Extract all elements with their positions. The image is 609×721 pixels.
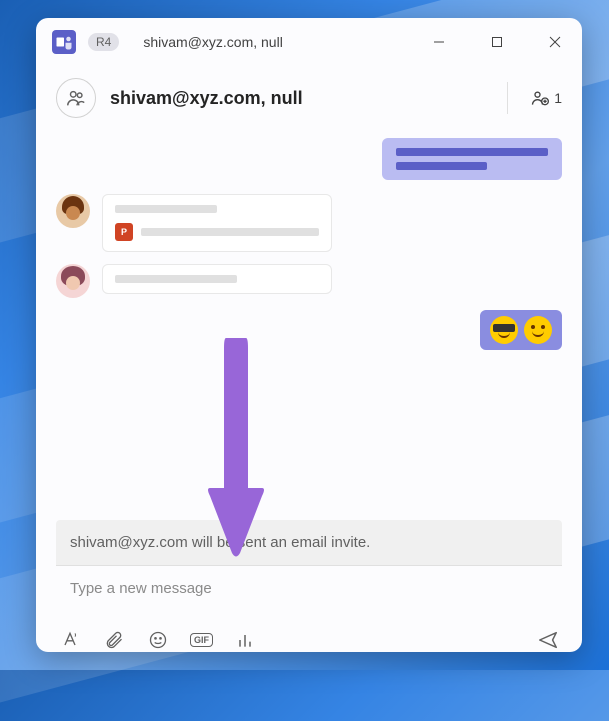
minimize-button[interactable] (416, 26, 462, 58)
emoji-button[interactable] (146, 628, 170, 652)
incoming-message-row: P (56, 194, 562, 252)
powerpoint-icon: P (115, 223, 133, 241)
emoji-reaction-message[interactable] (480, 310, 562, 350)
gif-button[interactable]: GIF (190, 633, 213, 647)
add-participants-button[interactable]: 1 (530, 88, 562, 108)
message-input-container (56, 565, 562, 612)
poll-button[interactable] (233, 628, 257, 652)
chat-title: shivam@xyz.com, null (110, 88, 485, 109)
maximize-button[interactable] (474, 26, 520, 58)
message-input[interactable] (70, 580, 548, 597)
divider (507, 82, 508, 114)
compose-toolbar: GIF (36, 624, 582, 652)
attach-button[interactable] (102, 628, 126, 652)
invite-notice: shivam@xyz.com will be sent an email inv… (56, 520, 562, 565)
sunglasses-emoji-icon (490, 316, 518, 344)
avatar[interactable] (56, 194, 90, 228)
format-button[interactable] (58, 628, 82, 652)
window-title: shivam@xyz.com, null (143, 34, 404, 50)
avatar[interactable] (56, 264, 90, 298)
compose-area: shivam@xyz.com will be sent an email inv… (36, 520, 582, 624)
message-card-with-file[interactable]: P (102, 194, 332, 252)
group-avatar-icon (56, 78, 96, 118)
participant-count: 1 (554, 90, 562, 106)
build-badge: R4 (88, 33, 119, 51)
chat-header: shivam@xyz.com, null 1 (36, 66, 582, 130)
chat-body: P (36, 130, 582, 520)
outgoing-message[interactable] (382, 138, 562, 180)
smile-emoji-icon (524, 316, 552, 344)
teams-app-icon (52, 30, 76, 54)
teams-chat-window: R4 shivam@xyz.com, null shivam@xyz.com, … (36, 18, 582, 652)
send-button[interactable] (536, 628, 560, 652)
titlebar: R4 shivam@xyz.com, null (36, 18, 582, 66)
incoming-message-row (56, 264, 562, 298)
message-card[interactable] (102, 264, 332, 294)
close-button[interactable] (532, 26, 578, 58)
